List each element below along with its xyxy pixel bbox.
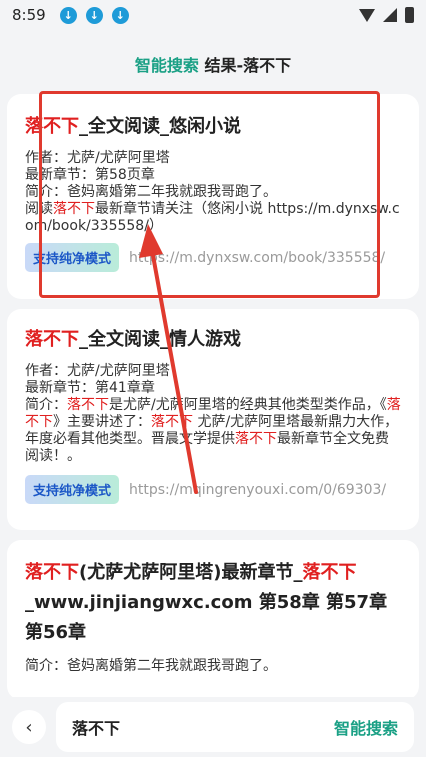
result-title[interactable]: 落不下(尤萨尤萨阿里塔)最新章节_落不下 _www.jinjiangwxc.com… — [25, 540, 401, 648]
intro-highlight: 落不下 — [67, 397, 109, 413]
pure-mode-badge[interactable]: 支持纯净模式 — [25, 243, 120, 272]
result-latest-chapter: 最新章节：第41章章 — [25, 380, 155, 396]
bottom-search-bar: ‹ 智能搜索 — [0, 697, 426, 757]
result-latest-chapter: 最新章节：第58页章 — [25, 167, 155, 183]
result-description: 阅读落不下最新章节请关注（悠闲小说 https://m.dynxsw.com/b… — [25, 201, 401, 235]
title-highlight: 落不下 — [25, 116, 79, 137]
intro-text: 》主要讲述了： — [53, 414, 151, 430]
result-intro: 简介：爸妈离婚第二年我就跟我哥跑了。 — [25, 658, 277, 674]
result-footer: 支持纯净模式 https://m.dynxsw.com/book/335558/ — [25, 243, 401, 272]
signal-icon — [383, 8, 397, 22]
title-text: _www.jinjiangwxc.com 第58章 第57章 第56章 — [25, 592, 388, 643]
desc-highlight: 落不下 — [53, 201, 95, 217]
intro-text: 简介： — [25, 397, 67, 413]
title-text: (尤萨尤萨阿里塔)最新章节_ — [79, 562, 303, 583]
page-title: 智能搜索 结果-落不下 — [0, 52, 426, 76]
download-icon: ↓ — [59, 6, 77, 24]
status-bar: 8:59 ↓ ↓ ↓ — [0, 0, 426, 30]
pure-mode-badge[interactable]: 支持纯净模式 — [25, 475, 120, 504]
page-title-prefix: 智能搜索 — [134, 56, 199, 75]
intro-text: 是尤萨/尤萨阿里塔的经典其他类型类作品，《 — [109, 397, 387, 413]
result-card[interactable]: 落不下_全文阅读_情人游戏 作者：尤萨/尤萨阿里塔 最新章节：第41章章 简介：… — [7, 309, 419, 530]
title-highlight: 落不下 — [25, 562, 79, 583]
smart-search-button[interactable]: 智能搜索 — [334, 715, 398, 739]
result-card[interactable]: 落不下_全文阅读_悠闲小说 作者：尤萨/尤萨阿里塔 最新章节：第58页章 简介：… — [7, 94, 419, 299]
title-text: _全文阅读_悠闲小说 — [79, 116, 241, 137]
download-icon: ↓ — [111, 6, 129, 24]
wifi-icon — [359, 8, 375, 22]
chevron-left-icon: ‹ — [25, 716, 33, 738]
result-author: 作者：尤萨/尤萨阿里塔 — [25, 150, 170, 166]
result-title[interactable]: 落不下_全文阅读_情人游戏 — [25, 309, 401, 353]
result-card[interactable]: 落不下(尤萨尤萨阿里塔)最新章节_落不下 _www.jinjiangwxc.com… — [7, 540, 419, 700]
page-title-query: 结果-落不下 — [198, 56, 292, 75]
result-url[interactable]: https://mqingrenyouxi.com/0/69303/ — [129, 482, 386, 498]
intro-highlight: 落不下 — [151, 414, 193, 430]
desc-text: 阅读 — [25, 201, 53, 217]
search-input[interactable] — [72, 717, 334, 737]
result-intro: 简介：落不下是尤萨/尤萨阿里塔的经典其他类型类作品，《落不下》主要讲述了：落不下… — [25, 397, 401, 465]
download-icon: ↓ — [85, 6, 103, 24]
title-text: _全文阅读_情人游戏 — [79, 329, 241, 350]
result-intro: 简介：爸妈离婚第二年我就跟我哥跑了。 — [25, 184, 277, 200]
result-url[interactable]: https://m.dynxsw.com/book/335558/ — [129, 250, 385, 266]
intro-highlight: 落不下 — [235, 431, 277, 447]
result-title[interactable]: 落不下_全文阅读_悠闲小说 — [25, 94, 401, 140]
back-button[interactable]: ‹ — [12, 710, 46, 744]
status-indicators — [359, 7, 414, 23]
result-author: 作者：尤萨/尤萨阿里塔 — [25, 363, 170, 379]
search-box[interactable]: 智能搜索 — [56, 702, 414, 752]
status-time: 8:59 — [12, 6, 46, 24]
battery-icon — [405, 7, 414, 23]
title-highlight: 落不下 — [302, 562, 357, 583]
title-highlight: 落不下 — [25, 329, 79, 350]
result-footer: 支持纯净模式 https://mqingrenyouxi.com/0/69303… — [25, 475, 401, 504]
